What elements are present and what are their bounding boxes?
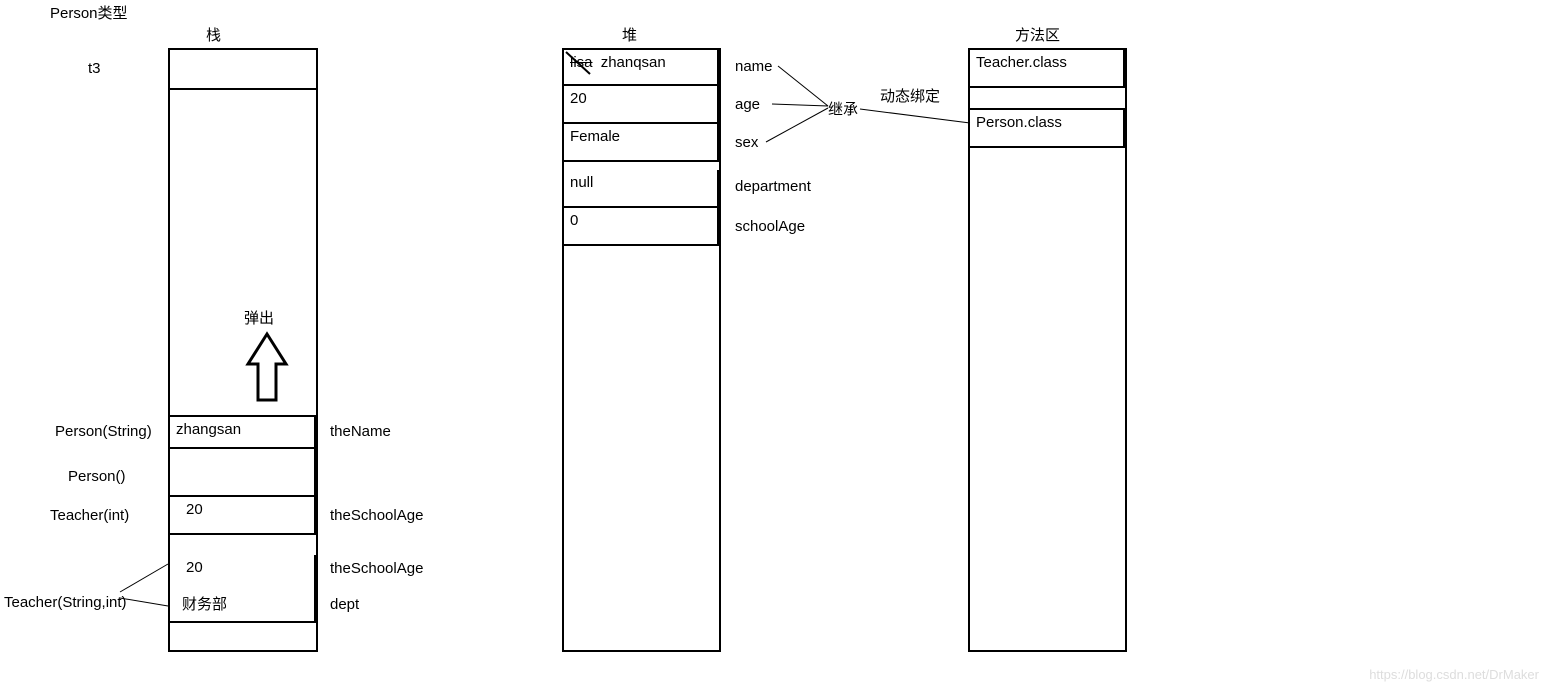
heap-name-old-text: lisa: [570, 54, 597, 71]
stack-label-teacher-int-right: theSchoolAge: [330, 507, 423, 524]
arrow-up-icon: [240, 330, 300, 410]
heap-cell-sex: Female: [562, 124, 719, 162]
heap-name-new: zhanqsan: [601, 54, 666, 71]
heap-cell-schoolage: 0: [562, 208, 719, 246]
heap-label-schoolage: schoolAge: [735, 218, 805, 235]
heap-cell-age: 20: [562, 86, 719, 124]
heap-header: 堆: [622, 24, 637, 45]
stack-cell-teacher-int: 20: [168, 497, 316, 535]
strike-icon: [564, 50, 594, 80]
heap-label-department: department: [735, 178, 811, 195]
connector-teacher-strint: [120, 552, 180, 612]
stack-cell-teacher-strint-1: 20: [168, 555, 316, 589]
stack-label-teacher-strint-2-right: dept: [330, 596, 359, 613]
heap-label-age: age: [735, 96, 760, 113]
stack-label-person-string-right: theName: [330, 423, 391, 440]
inherit-label: 继承: [828, 98, 858, 119]
stack-t3-divider: [168, 88, 316, 90]
stack-cell-person-noarg: [168, 449, 316, 497]
dynbind-connector: [860, 95, 980, 125]
stack-pop-label: 弹出: [244, 307, 274, 328]
stack-label-person-string-left: Person(String): [55, 423, 152, 440]
heap-label-sex: sex: [735, 134, 758, 151]
stack-var-t3: t3: [88, 60, 101, 77]
method-cell-person: Person.class: [968, 108, 1125, 148]
diagram-title: Person类型: [50, 2, 128, 23]
heap-cell-name: lisa zhanqsan: [562, 48, 719, 86]
stack-label-teacher-int-left: Teacher(int): [50, 507, 129, 524]
heap-cell-department: null: [562, 170, 719, 208]
heap-label-name: name: [735, 58, 773, 75]
stack-header: 栈: [206, 24, 221, 45]
stack-cell-person-string: zhangsan: [168, 415, 316, 449]
stack-label-teacher-strint-1-right: theSchoolAge: [330, 560, 423, 577]
watermark: https://blog.csdn.net/DrMaker: [1369, 667, 1539, 682]
stack-cell-teacher-strint-2: 财务部: [168, 589, 316, 623]
method-cell-teacher: Teacher.class: [968, 48, 1125, 88]
method-header: 方法区: [1015, 24, 1060, 45]
stack-label-person-noarg-left: Person(): [68, 468, 126, 485]
stack-label-teacher-strint-left: Teacher(String,int): [4, 594, 127, 611]
